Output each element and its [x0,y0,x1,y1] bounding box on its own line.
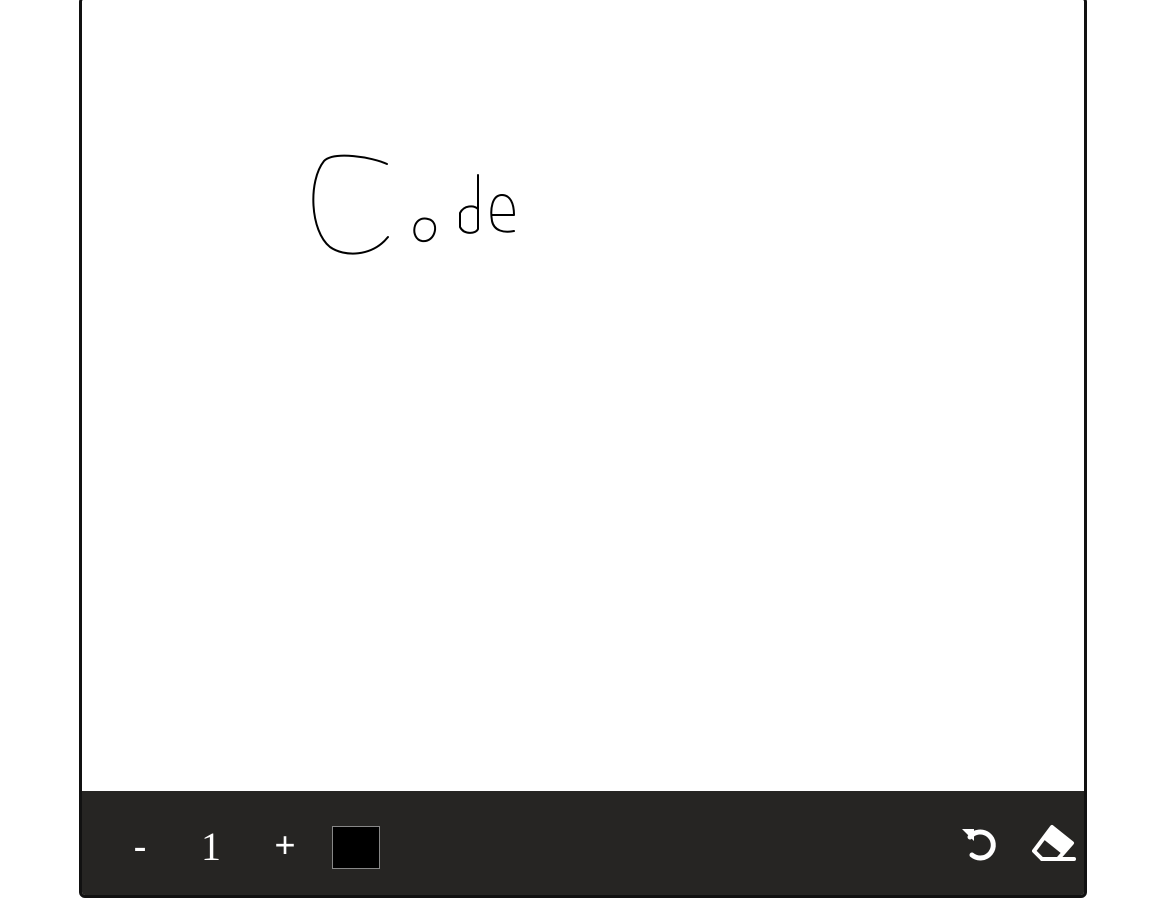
drawing-canvas[interactable] [82,0,1084,791]
eraser-icon [1030,825,1078,868]
drawing-toolbar: - 1 + [82,791,1084,895]
stroke-letter-o [413,217,437,243]
undo-icon [958,829,1002,868]
color-picker-swatch[interactable] [332,826,380,869]
decrease-brush-size-button[interactable]: - [122,817,158,877]
increase-brush-size-button[interactable]: + [265,815,305,875]
handwritten-code-drawing [312,154,515,255]
stroke-letter-e [490,194,515,233]
stroke-letter-c [312,154,389,255]
eraser-button[interactable] [1030,821,1078,865]
stroke-letter-d [459,174,479,234]
drawing-board: - 1 + [79,0,1087,898]
undo-button[interactable] [958,821,1002,865]
brush-size-value: 1 [201,824,221,869]
